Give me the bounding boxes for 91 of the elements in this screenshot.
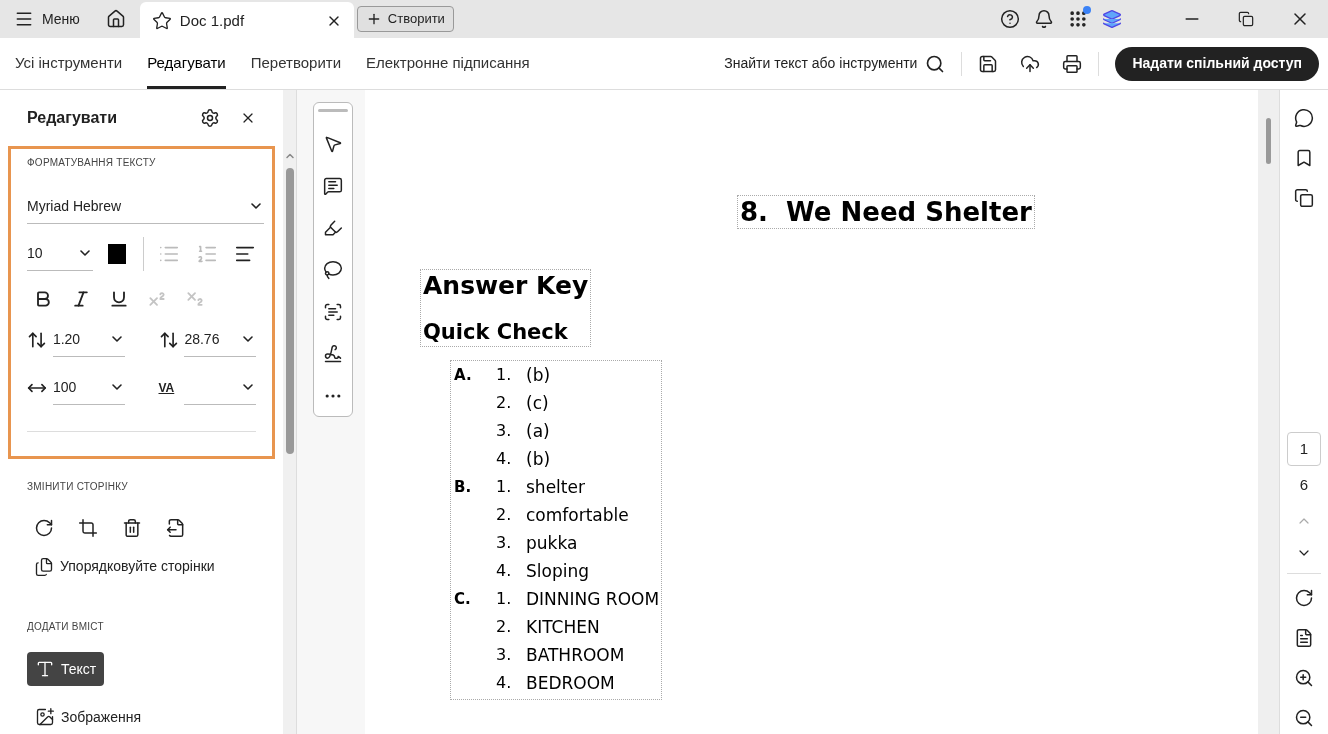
answer-text: pukka <box>526 532 578 555</box>
rotate-icon[interactable] <box>34 518 54 538</box>
answer-text: (a) <box>526 420 550 443</box>
restore-icon[interactable] <box>1238 11 1254 27</box>
pointer-icon[interactable] <box>323 134 343 154</box>
section-letter: C. <box>453 589 472 610</box>
nav-tab[interactable]: Усі інструменти <box>15 38 123 89</box>
page-count: 6 <box>1299 475 1309 495</box>
section-heading: ЗМІНИТИ СТОРІНКУ <box>27 480 129 494</box>
signature-icon[interactable] <box>323 344 343 364</box>
answer-text: (b) <box>526 364 551 387</box>
pages-icon[interactable] <box>1294 188 1314 208</box>
menu-icon <box>14 9 34 29</box>
save-icon[interactable] <box>978 53 999 74</box>
answer-text: (c) <box>526 392 549 415</box>
search-button[interactable]: Знайти текст або інструменти <box>724 53 946 74</box>
layers-icon[interactable] <box>1102 9 1122 29</box>
comments-icon[interactable] <box>1294 108 1314 128</box>
star-icon[interactable] <box>151 11 172 31</box>
pages-icon <box>34 556 54 577</box>
document-tab[interactable]: Doc 1.pdf <box>139 2 354 40</box>
upload-icon[interactable] <box>1020 53 1041 74</box>
panel-title: Редагувати <box>27 107 118 128</box>
document-scrollbar[interactable] <box>1258 90 1280 734</box>
page-number-field[interactable]: 1 <box>1287 432 1321 466</box>
item-number: 3. <box>496 420 513 442</box>
item-number: 4. <box>496 672 513 694</box>
share-button[interactable]: Надати спільний доступ <box>1115 46 1319 81</box>
document-heading: Answer Key <box>423 270 589 302</box>
line-spacing-dropdown[interactable]: 1.20 <box>52 322 125 357</box>
section-heading: ДОДАТИ ВМІСТ <box>27 620 105 634</box>
item-number: 2. <box>496 392 513 414</box>
item-number: 4. <box>496 560 513 582</box>
help-icon[interactable] <box>1000 9 1020 29</box>
create-button[interactable]: Створити <box>356 6 454 32</box>
text-color-swatch[interactable] <box>107 243 127 264</box>
answer-text: BATHROOM <box>526 644 625 667</box>
zoom-in-icon[interactable] <box>1294 667 1314 688</box>
settings-icon[interactable] <box>200 107 220 128</box>
answer-text: DINNING ROOM <box>526 588 660 611</box>
item-number: 3. <box>496 644 513 666</box>
section-letter: A. <box>453 365 473 386</box>
item-number: 1. <box>496 364 513 386</box>
trash-icon[interactable] <box>122 518 142 538</box>
home-icon[interactable] <box>105 9 126 29</box>
text-recognition-icon[interactable] <box>323 302 343 322</box>
lasso-icon[interactable] <box>323 260 343 280</box>
paragraph-spacing-dropdown[interactable]: 28.76 <box>184 322 256 357</box>
font-size-dropdown[interactable]: 10 <box>27 236 93 271</box>
section-heading: ФОРМАТУВАННЯ ТЕКСТУ <box>27 155 157 170</box>
bookmark-icon[interactable] <box>1294 148 1314 168</box>
answer-text: Sloping <box>526 560 589 583</box>
extract-page-icon[interactable] <box>166 518 186 538</box>
nav-tab[interactable]: Редагувати <box>147 38 226 89</box>
nav-tab[interactable]: Електронне підписання <box>366 38 530 89</box>
apps-icon[interactable] <box>1068 9 1088 29</box>
panel-scrollbar[interactable] <box>283 90 296 734</box>
zoom-out-icon[interactable] <box>1294 707 1314 728</box>
document-title: 8. We Need Shelter <box>737 195 1035 229</box>
nav-tab[interactable]: Перетворити <box>250 38 341 89</box>
answer-text: BEDROOM <box>526 672 615 695</box>
add-image-icon <box>35 707 55 727</box>
item-number: 1. <box>496 588 513 610</box>
comment-icon[interactable] <box>323 176 343 196</box>
highlighter-icon[interactable] <box>323 218 343 238</box>
bell-icon[interactable] <box>1034 9 1054 29</box>
answer-text: (b) <box>526 448 551 471</box>
actual-size-icon[interactable] <box>1294 627 1314 648</box>
tracking-icon: VA <box>158 378 179 397</box>
item-number: 2. <box>496 616 513 638</box>
organize-pages-button[interactable]: Упорядковуйте сторінки <box>34 556 215 577</box>
font-dropdown[interactable]: Myriad Hebrew <box>27 189 264 224</box>
item-number: 2. <box>496 504 513 526</box>
rotate-view-icon[interactable] <box>1294 587 1314 608</box>
add-text-icon <box>35 659 55 679</box>
horizontal-scale-dropdown[interactable]: 100 <box>52 370 125 405</box>
print-icon[interactable] <box>1062 53 1083 74</box>
add-content-item[interactable]: Текст <box>27 652 105 686</box>
crop-page-icon[interactable] <box>78 518 98 538</box>
section-letter: B. <box>453 477 473 498</box>
answer-text: KITCHEN <box>526 616 600 639</box>
item-number: 3. <box>496 532 513 554</box>
italic-icon[interactable] <box>71 288 91 309</box>
add-content-item[interactable]: Зображення <box>27 700 150 734</box>
answer-text: comfortable <box>526 504 629 527</box>
search-icon <box>925 53 946 74</box>
item-number: 1. <box>496 476 513 498</box>
menu-button[interactable]: Меню <box>14 8 80 30</box>
document-subheading: Quick Check <box>423 319 569 346</box>
item-number: 4. <box>496 448 513 470</box>
answer-text: shelter <box>526 476 585 499</box>
